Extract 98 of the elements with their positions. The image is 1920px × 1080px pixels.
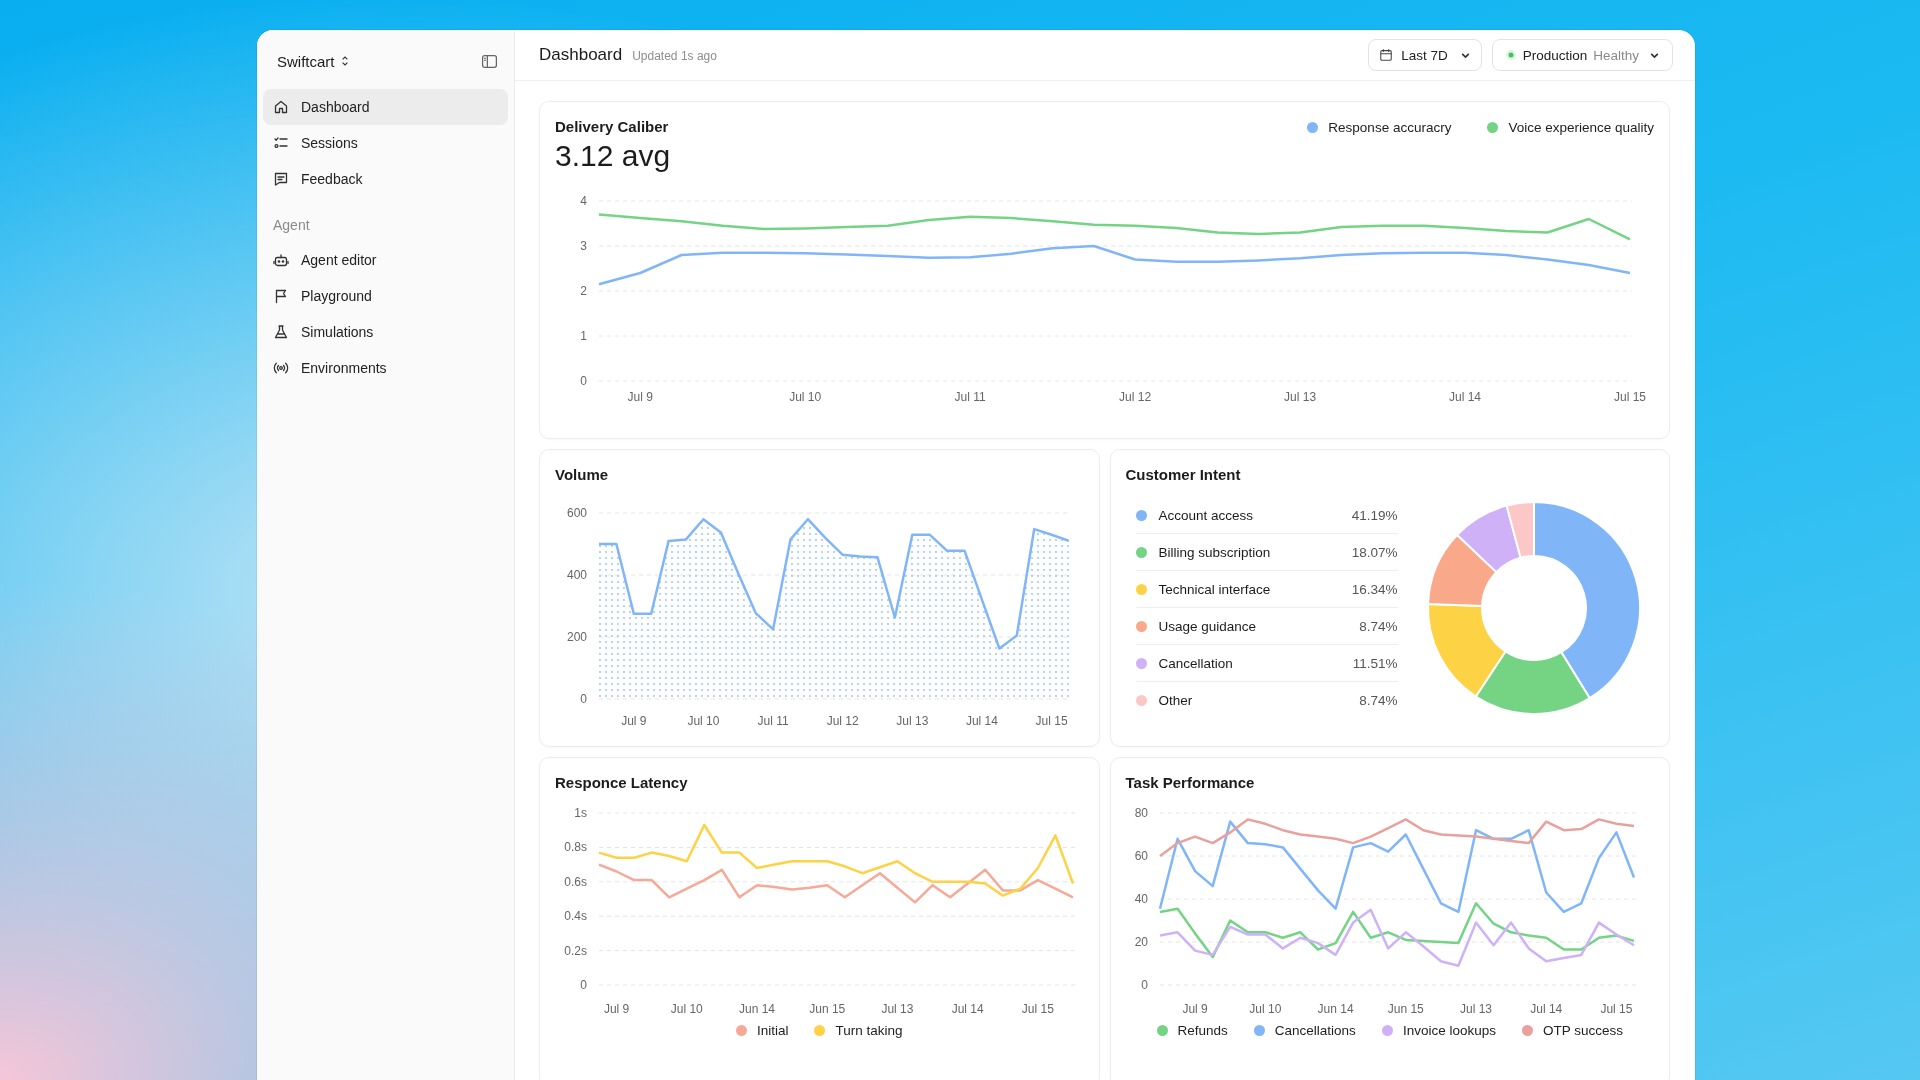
page-title: Dashboard — [539, 45, 623, 65]
nav-item[interactable]: Sessions — [263, 125, 508, 161]
legend-label: Voice experience quality — [1508, 120, 1654, 135]
status-dot-icon — [1504, 49, 1517, 61]
intent-share: 41.19% — [1351, 507, 1398, 523]
axis-label: Jul 10 — [1248, 1002, 1281, 1016]
axis-label: 4 — [580, 194, 587, 208]
date-range-dropdown[interactable]: Last 7D — [1368, 39, 1482, 71]
axis-label: Jul 9 — [621, 714, 647, 728]
legend-label: Refunds — [1177, 1023, 1228, 1038]
card-title: Volume — [555, 466, 610, 483]
intent-label: Billing subscription — [1158, 544, 1272, 560]
axis-label: 200 — [566, 630, 587, 644]
axis-label: 0.4s — [564, 909, 587, 924]
home-icon — [273, 99, 289, 115]
axis-label: 3 — [580, 239, 587, 253]
intent-label: Usage guidance — [1158, 618, 1258, 634]
axis-label: 0.8s — [564, 840, 587, 855]
sidebar-toggle-icon[interactable] — [481, 52, 498, 70]
axis-label: Jun 14 — [739, 1002, 775, 1016]
updated-label: Updated 1s ago — [632, 49, 717, 63]
axis-label: Jul 13 — [1284, 390, 1317, 404]
metric-value: 3.12 avg — [555, 139, 671, 173]
axis-label: Jul 15 — [1599, 1002, 1632, 1016]
intent-label: Technical interface — [1158, 581, 1272, 597]
axis-label: Jul 15 — [1035, 714, 1068, 728]
axis-label: Jul 13 — [1459, 1002, 1492, 1016]
nav-item[interactable]: Agent editor — [263, 242, 508, 278]
legend-label: Response accuracry — [1328, 120, 1452, 135]
axis-label: Jul 11 — [757, 714, 789, 728]
axis-label: Jul 14 — [965, 714, 998, 728]
legend-label: Initial — [756, 1023, 789, 1038]
axis-label: 1 — [580, 329, 587, 343]
intent-share: 8.74% — [1359, 692, 1398, 708]
intent-label: Account access — [1158, 507, 1255, 523]
axis-label: 600 — [566, 506, 587, 520]
axis-label: 0 — [580, 978, 587, 992]
workspace-switcher[interactable]: Swiftcart — [277, 52, 349, 70]
axis-label: Jul 15 — [1614, 390, 1646, 404]
axis-label: 400 — [566, 568, 587, 582]
axis-label: Jul 10 — [687, 714, 720, 728]
axis-label: Jul 13 — [881, 1002, 914, 1016]
intent-label: Cancellation — [1158, 655, 1234, 671]
broadcast-icon — [273, 360, 289, 376]
axis-label: Jul 9 — [627, 390, 653, 404]
axis-label: 0.6s — [564, 874, 587, 889]
axis-label: 80 — [1134, 806, 1148, 820]
axis-label: 2 — [580, 284, 587, 298]
calendar-icon — [1379, 48, 1394, 62]
axis-label: Jul 13 — [896, 714, 929, 728]
card-title: Task Performance — [1125, 774, 1256, 791]
message-icon — [273, 171, 289, 187]
checklist-icon — [273, 135, 289, 151]
intent-label: Other — [1158, 692, 1194, 708]
axis-label: 40 — [1134, 892, 1148, 906]
card-title: Responce Latency — [555, 774, 689, 791]
axis-label: Jul 14 — [951, 1002, 984, 1016]
axis-label: 0 — [580, 692, 587, 706]
axis-label: Jun 15 — [1387, 1002, 1424, 1016]
legend-label: Invoice lookups — [1402, 1023, 1496, 1038]
axis-label: Jul 11 — [954, 390, 986, 404]
intent-share: 18.07% — [1351, 544, 1398, 560]
intent-share: 8.74% — [1359, 618, 1398, 634]
environment-dropdown[interactable]: Production Healthy — [1491, 39, 1673, 71]
axis-label: 0 — [1140, 978, 1148, 992]
nav-item[interactable]: Playground — [263, 278, 508, 314]
section-label: Agent — [272, 217, 311, 233]
axis-label: Jul 12 — [1119, 390, 1152, 404]
axis-label: 60 — [1134, 849, 1148, 863]
axis-label: Jul 9 — [1181, 1002, 1208, 1016]
robot-icon — [273, 252, 289, 268]
axis-label: Jul 9 — [603, 1002, 630, 1016]
nav-item[interactable]: Environments — [263, 350, 508, 386]
axis-label: 20 — [1134, 935, 1148, 949]
card-title: Delivery Caliber — [555, 118, 670, 135]
nav-item[interactable]: Dashboard — [263, 89, 508, 125]
intent-share: 16.34% — [1351, 581, 1398, 597]
axis-label: 0.2s — [564, 943, 587, 958]
axis-label: Jun 15 — [809, 1002, 846, 1016]
axis-label: 1s — [574, 806, 587, 820]
legend-label: Cancellations — [1274, 1023, 1356, 1038]
legend-label: Turn taking — [835, 1023, 903, 1038]
card-title: Customer Intent — [1125, 466, 1242, 483]
flag-icon — [273, 288, 289, 304]
axis-label: Jul 10 — [670, 1002, 703, 1016]
axis-label: Jul 10 — [789, 390, 822, 404]
nav-item[interactable]: Simulations — [263, 314, 508, 350]
axis-label: Jul 12 — [826, 714, 859, 728]
flask-icon — [273, 324, 289, 340]
axis-label: Jun 14 — [1317, 1002, 1354, 1016]
axis-label: Jul 14 — [1449, 390, 1482, 404]
axis-label: Jul 14 — [1529, 1002, 1562, 1016]
intent-share: 11.51% — [1352, 655, 1398, 671]
nav-item[interactable]: Feedback — [263, 161, 508, 197]
updown-icon — [340, 55, 349, 67]
axis-label: 0 — [580, 374, 587, 388]
legend-label: OTP success — [1542, 1023, 1623, 1038]
axis-label: Jul 15 — [1021, 1002, 1054, 1016]
